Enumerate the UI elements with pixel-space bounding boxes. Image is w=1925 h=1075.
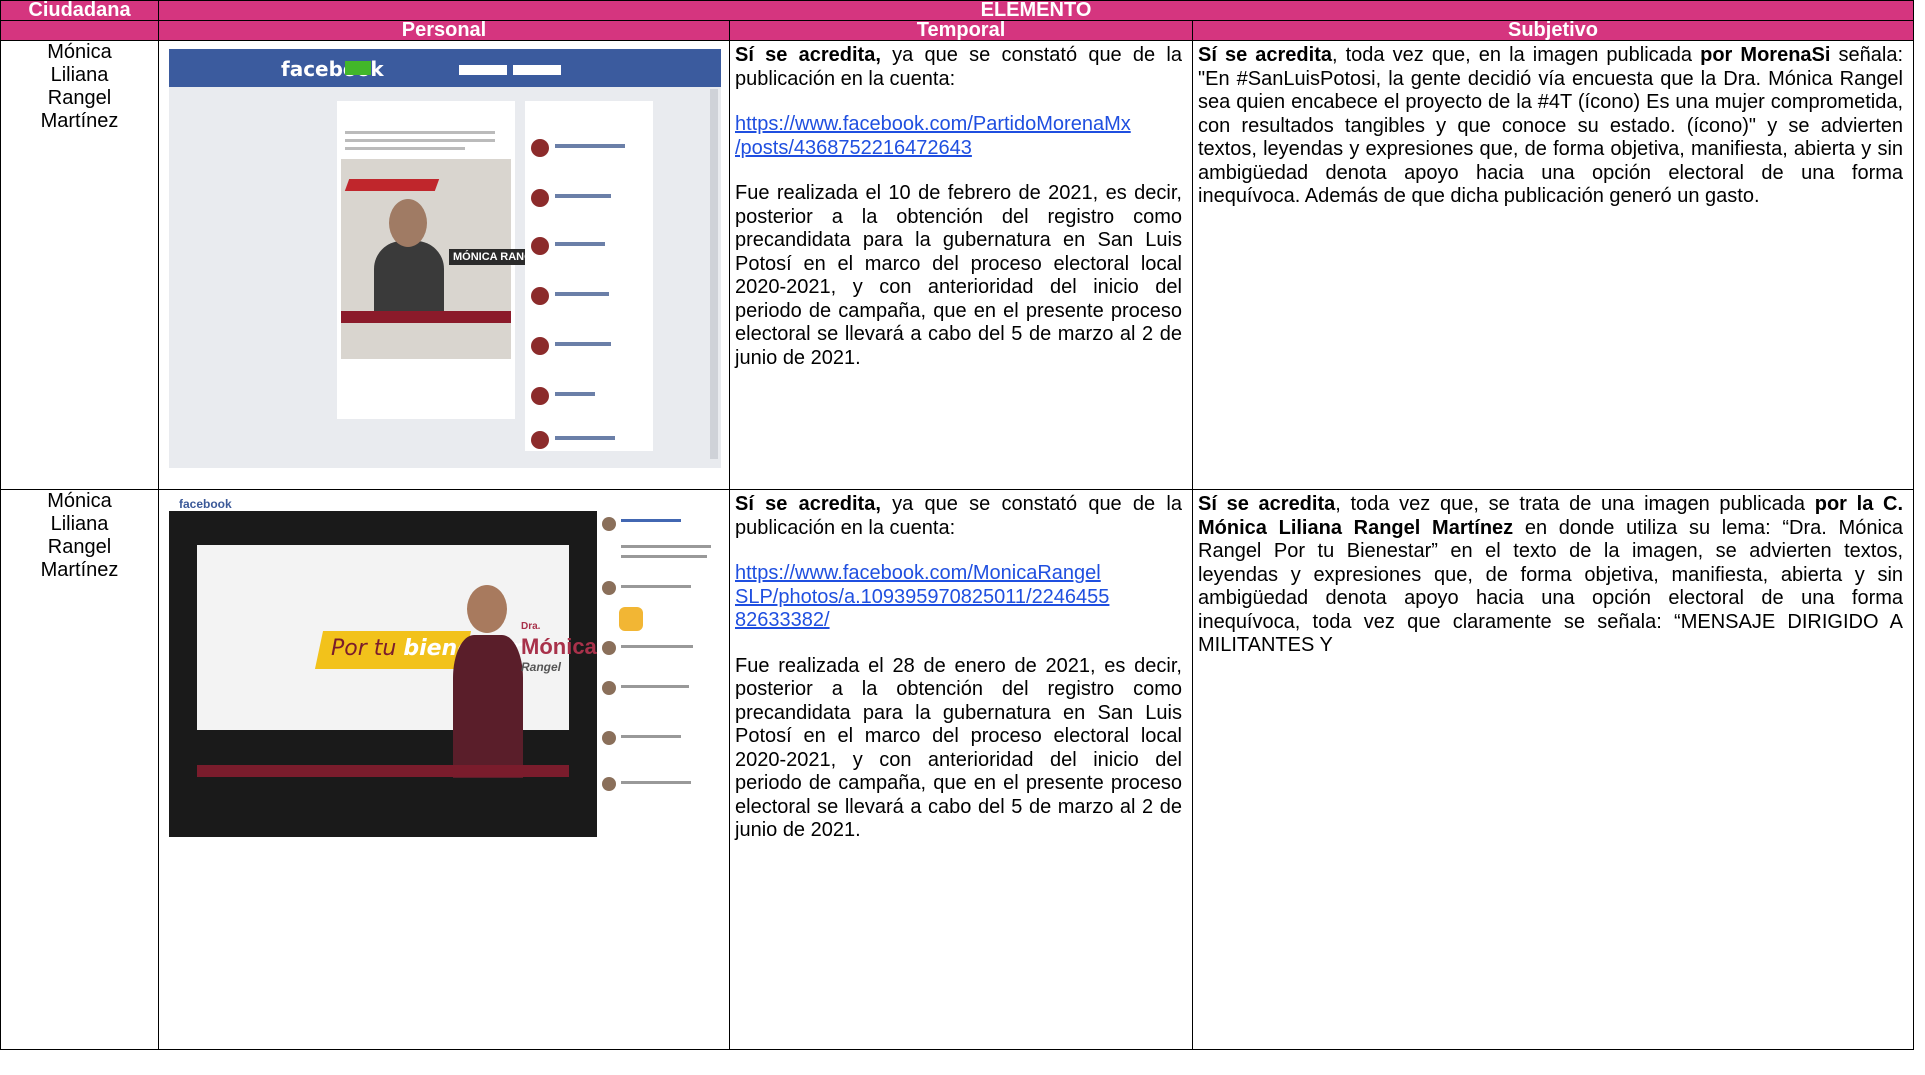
personal-evidence-screenshot: facebook Por tu bienestar Dra. Mónica Ra… [158,489,730,1050]
personal-evidence-screenshot: facebook MÓNICA RANGEL [158,40,730,490]
post-link[interactable]: https://www.facebook.com/PartidoMorenaMx… [735,113,1182,160]
candidate-logo: Dra. Mónica Rangel [521,621,597,674]
photo-link[interactable]: https://www.facebook.com/MonicaRangel SLP… [735,562,1182,633]
subjetivo-cell: Sí se acredita, toda vez que, en la imag… [1191,40,1915,490]
scrollbar [710,89,718,459]
header-blank [0,20,159,41]
facebook-logo: facebook [179,497,232,511]
temporal-cell: Sí se acredita, ya que se constató que d… [729,489,1193,1050]
header-subjetivo: Subjetivo [1191,20,1915,41]
citizen-name: Mónica Liliana Rangel Martínez [0,40,159,490]
table-row: Mónica Liliana Rangel Martínez facebook … [0,489,1915,1050]
header-ciudadana: Ciudadana [0,0,159,21]
temporal-cell: Sí se acredita, ya que se constató que d… [729,40,1193,490]
citizen-name: Mónica Liliana Rangel Martínez [0,489,159,1050]
subjetivo-cell: Sí se acredita, toda vez que, se trata d… [1191,489,1915,1050]
header-temporal: Temporal [729,20,1193,41]
table-row: Mónica Liliana Rangel Martínez facebook … [0,40,1915,490]
facebook-screenshot: facebook MÓNICA RANGEL [169,49,721,468]
facebook-screenshot: facebook Por tu bienestar Dra. Mónica Ra… [169,495,724,860]
evidence-table: Ciudadana ELEMENTO Personal Temporal Sub… [0,0,1915,1050]
header-personal: Personal [158,20,730,41]
header-elemento: ELEMENTO [157,0,1915,21]
